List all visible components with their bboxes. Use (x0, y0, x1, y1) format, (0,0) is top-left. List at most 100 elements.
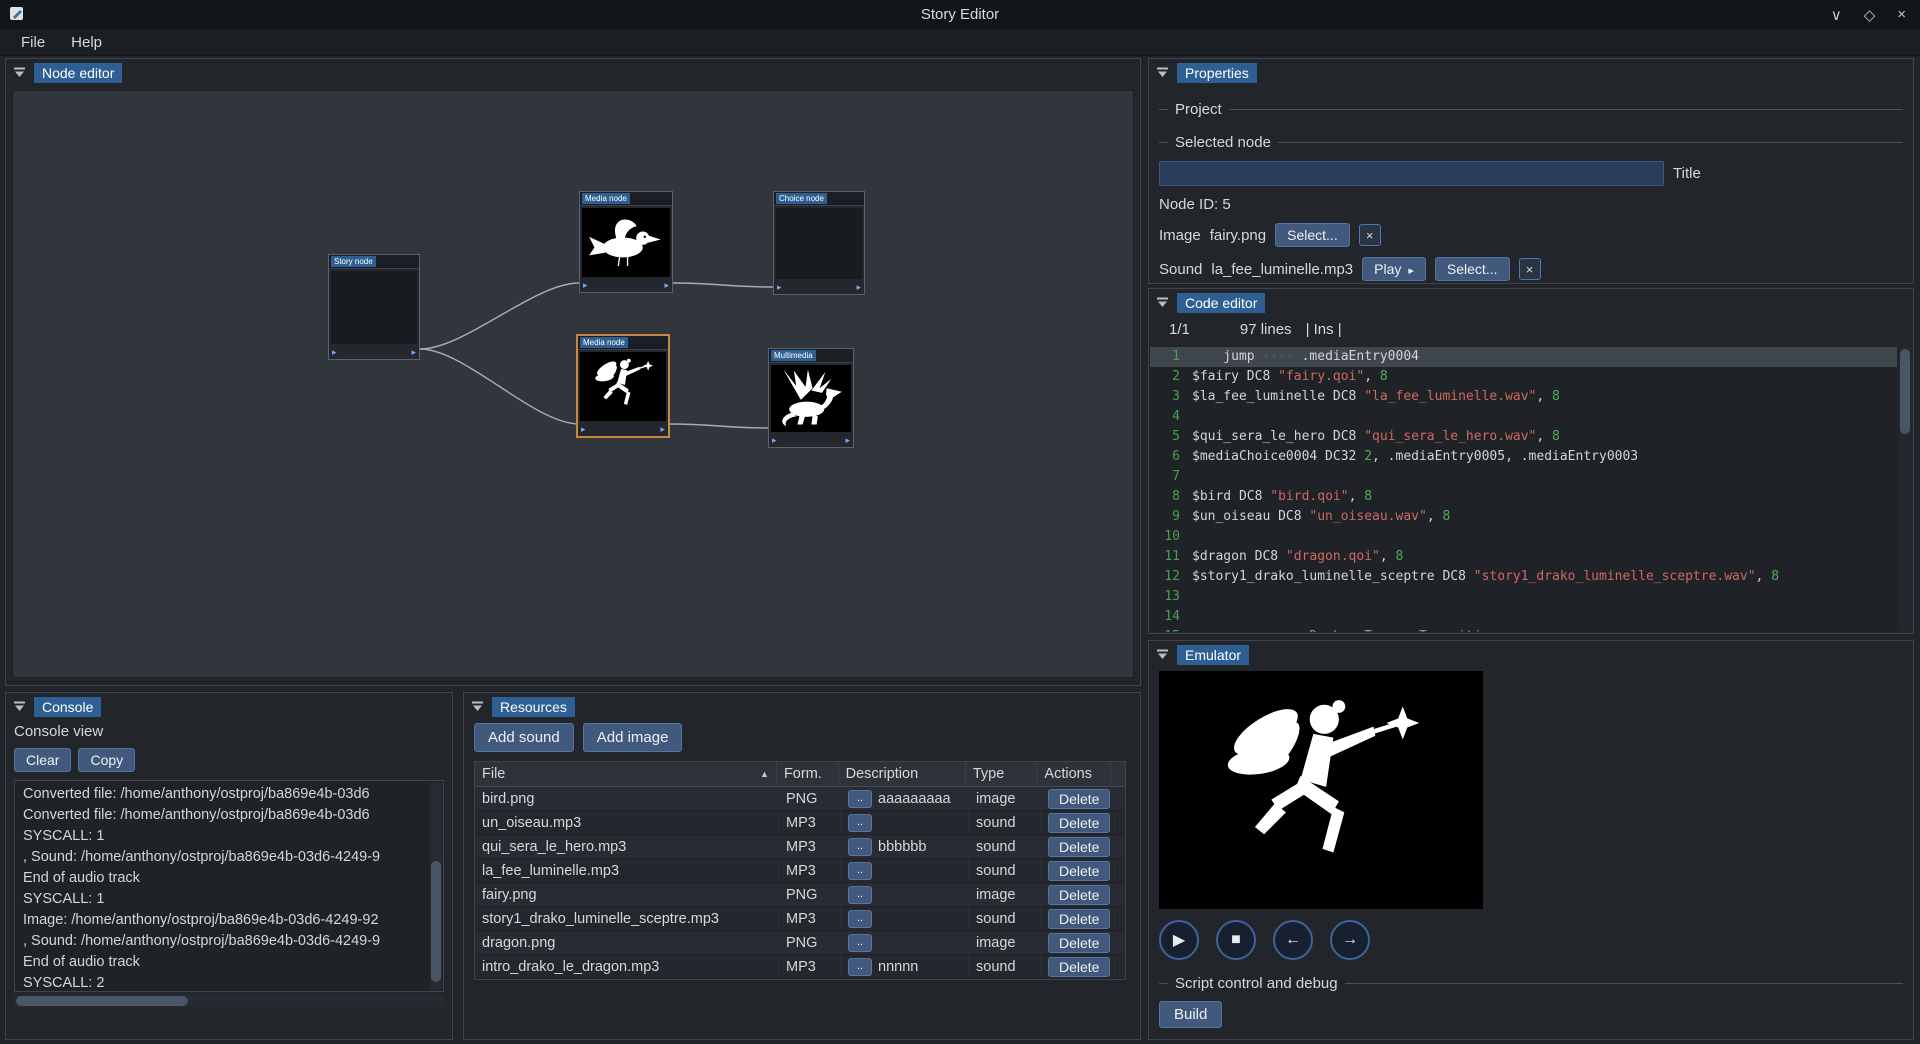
node-input-pin-icon[interactable]: ▸ (772, 436, 777, 445)
image-clear-button[interactable]: × (1359, 224, 1381, 246)
column-header-format[interactable]: Form. (777, 762, 839, 786)
emulator-header[interactable]: Emulator (1149, 641, 1913, 668)
resource-row[interactable]: story1_drako_luminelle_sceptre.mp3MP3..s… (475, 907, 1125, 931)
dock-menu-icon[interactable] (1156, 67, 1169, 78)
minimize-icon[interactable]: ∨ (1831, 6, 1842, 24)
delete-button[interactable]: Delete (1048, 933, 1110, 953)
resource-row[interactable]: intro_drako_le_dragon.mp3MP3..nnnnnsound… (475, 955, 1125, 979)
title-input[interactable] (1159, 161, 1664, 186)
resource-row[interactable]: bird.pngPNG..aaaaaaaaaimageDelete (475, 787, 1125, 811)
node-input-pin-icon[interactable]: ▸ (332, 348, 337, 357)
graph-node[interactable]: Media node ▸ ▸ (576, 334, 670, 438)
node-output-pin-icon[interactable]: ▸ (660, 425, 665, 434)
node-output-pin-icon[interactable]: ▸ (411, 348, 416, 357)
dock-menu-icon[interactable] (471, 701, 484, 712)
edit-description-button[interactable]: .. (848, 862, 872, 880)
console-header[interactable]: Console (6, 693, 452, 720)
node-input-pin-icon[interactable]: ▸ (777, 283, 782, 292)
dock-menu-icon[interactable] (13, 701, 26, 712)
node-titlebar[interactable]: Story node (329, 255, 419, 269)
node-titlebar[interactable]: Multimedia (769, 349, 853, 363)
add-image-button[interactable]: Add image (583, 723, 683, 752)
edit-description-button[interactable]: .. (848, 958, 872, 976)
add-sound-button[interactable]: Add sound (474, 723, 574, 752)
column-label: File (482, 766, 505, 782)
node-input-pin-icon[interactable]: ▸ (583, 281, 588, 290)
play-button[interactable]: ▶ (1159, 920, 1199, 960)
copy-button[interactable]: Copy (78, 748, 135, 772)
code-line: 6$mediaChoice0004 DC32 2, .mediaEntry000… (1150, 447, 1897, 467)
edit-description-button[interactable]: .. (848, 886, 872, 904)
edit-description-button[interactable]: .. (848, 838, 872, 856)
table-header-row[interactable]: File ▲ Form. Description Type Actions (475, 762, 1125, 787)
node-output-pin-icon[interactable]: ▸ (845, 436, 850, 445)
node-titlebar[interactable]: Media node (578, 336, 668, 350)
scrollbar-thumb[interactable] (1900, 349, 1910, 434)
maximize-icon[interactable]: ◇ (1864, 6, 1876, 24)
console-vscrollbar[interactable] (430, 782, 442, 990)
image-select-button[interactable]: Select... (1275, 223, 1350, 247)
node-output-pin-icon[interactable]: ▸ (856, 283, 861, 292)
column-header-type[interactable]: Type (966, 762, 1038, 786)
resource-row[interactable]: qui_sera_le_hero.mp3MP3..bbbbbbsoundDele… (475, 835, 1125, 859)
menu-file[interactable]: File (8, 31, 58, 54)
column-header-actions[interactable]: Actions (1037, 762, 1111, 786)
resource-row[interactable]: la_fee_luminelle.mp3MP3..soundDelete (475, 859, 1125, 883)
edit-description-button[interactable]: .. (848, 910, 872, 928)
sound-clear-button[interactable]: × (1519, 258, 1541, 280)
edit-description-button[interactable]: .. (848, 934, 872, 952)
graph-node[interactable]: Multimedia ▸ ▸ (768, 348, 854, 448)
sound-play-button[interactable]: Play▸ (1362, 257, 1426, 281)
properties-header[interactable]: Properties (1149, 59, 1913, 86)
dock-menu-icon[interactable] (13, 67, 26, 78)
code-vscrollbar[interactable] (1899, 347, 1911, 630)
scrollbar-thumb[interactable] (431, 861, 441, 982)
delete-button[interactable]: Delete (1048, 837, 1110, 857)
fairy-image (1204, 681, 1437, 900)
resource-row[interactable]: un_oiseau.mp3MP3..soundDelete (475, 811, 1125, 835)
resource-row[interactable]: fairy.pngPNG..imageDelete (475, 883, 1125, 907)
delete-button[interactable]: Delete (1048, 861, 1110, 881)
column-header-file[interactable]: File ▲ (475, 762, 777, 786)
console-hscrollbar[interactable] (14, 995, 444, 1007)
resource-row[interactable]: dragon.pngPNG..imageDelete (475, 931, 1125, 955)
titlebar[interactable]: Story Editor ∨ ◇ × (0, 0, 1920, 29)
node-titlebar[interactable]: Media node (580, 192, 672, 206)
node-output-pin-icon[interactable]: ▸ (664, 281, 669, 290)
file-cell: un_oiseau.mp3 (475, 811, 779, 834)
graph-node[interactable]: Story node ▸ ▸ (328, 254, 420, 360)
node-editor-header[interactable]: Node editor (6, 59, 1140, 86)
delete-button[interactable]: Delete (1048, 909, 1110, 929)
close-icon[interactable]: × (1897, 6, 1906, 23)
column-header-description[interactable]: Description (839, 762, 966, 786)
clear-button[interactable]: Clear (14, 748, 71, 772)
delete-button[interactable]: Delete (1048, 813, 1110, 833)
edit-description-button[interactable]: .. (848, 814, 872, 832)
delete-button[interactable]: Delete (1048, 885, 1110, 905)
sound-select-button[interactable]: Select... (1435, 257, 1510, 281)
menu-help[interactable]: Help (58, 31, 115, 54)
scrollbar-thumb[interactable] (16, 996, 188, 1006)
code-editor-header[interactable]: Code editor (1149, 289, 1913, 316)
node-input-pin-icon[interactable]: ▸ (581, 425, 586, 434)
dock-menu-icon[interactable] (1156, 649, 1169, 660)
node-canvas[interactable]: Story node▸▸Media node▸▸Choice node▸▸Med… (12, 90, 1134, 678)
code-line: 2$fairy DC8 "fairy.qoi", 8 (1150, 367, 1897, 387)
code-editor-area[interactable]: 1 jump ···· .mediaEntry00042$fairy DC8 "… (1150, 347, 1897, 632)
console-line: SYSCALL: 1 (23, 826, 435, 847)
emulator-screen (1159, 671, 1483, 909)
node-titlebar[interactable]: Choice node (774, 192, 864, 206)
resources-header[interactable]: Resources (464, 693, 1140, 720)
edit-description-button[interactable]: .. (848, 790, 872, 808)
stop-button[interactable]: ■ (1216, 920, 1256, 960)
dock-menu-icon[interactable] (1156, 297, 1169, 308)
step-forward-button[interactable]: → (1330, 920, 1370, 960)
graph-node[interactable]: Media node ▸ ▸ (579, 191, 673, 293)
file-cell: intro_drako_le_dragon.mp3 (475, 955, 779, 978)
console-log[interactable]: Converted file: /home/anthony/ostproj/ba… (14, 780, 444, 992)
delete-button[interactable]: Delete (1048, 957, 1110, 977)
build-button[interactable]: Build (1159, 1001, 1222, 1028)
step-back-button[interactable]: ← (1273, 920, 1313, 960)
graph-node[interactable]: Choice node ▸ ▸ (773, 191, 865, 295)
delete-button[interactable]: Delete (1048, 789, 1110, 809)
